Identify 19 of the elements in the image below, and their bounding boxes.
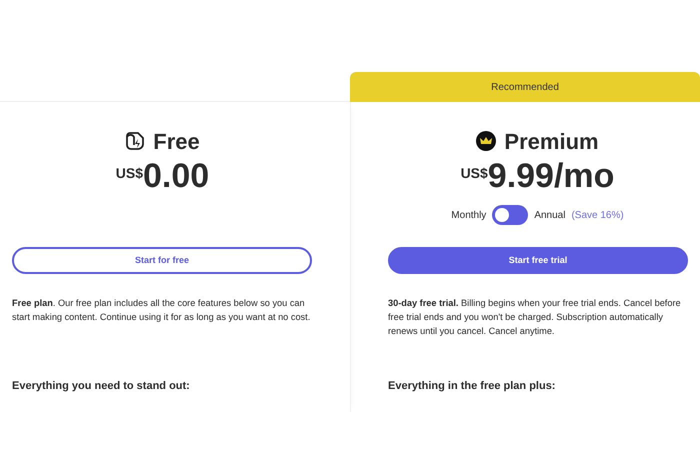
plan-name: Premium bbox=[504, 128, 599, 156]
price-amount: 9.99/mo bbox=[488, 158, 614, 196]
price-amount: 0.00 bbox=[143, 158, 210, 196]
sticker-icon bbox=[125, 131, 146, 151]
features-heading: Everything you need to stand out: bbox=[12, 379, 191, 394]
plan-description: 30-day free trial. Billing begins when your free trial ends. Cancel before free trial ends and you won't be charged. Subscription automatically renews until you cancel. Cancel anytime. bbox=[388, 297, 682, 338]
plan-description: Free plan. Our free plan includes all the core features below so you can start making content. Continue using it for as long as you want at no cost. bbox=[12, 297, 312, 324]
currency-label: US$ bbox=[116, 164, 144, 183]
monthly-label: Monthly bbox=[451, 208, 486, 223]
savings-note: (Save 16%) bbox=[571, 208, 624, 223]
annual-label: Annual bbox=[534, 208, 566, 223]
recommended-banner: Recommended bbox=[350, 72, 700, 102]
currency-label: US$ bbox=[460, 164, 488, 183]
start-trial-button[interactable]: Start free trial bbox=[388, 247, 688, 274]
start-free-button[interactable]: Start for free bbox=[12, 247, 312, 274]
plan-name: Free bbox=[153, 128, 200, 156]
crown-icon bbox=[476, 131, 496, 151]
billing-toggle[interactable] bbox=[492, 205, 528, 226]
features-heading: Everything in the free plan plus: bbox=[388, 379, 556, 394]
